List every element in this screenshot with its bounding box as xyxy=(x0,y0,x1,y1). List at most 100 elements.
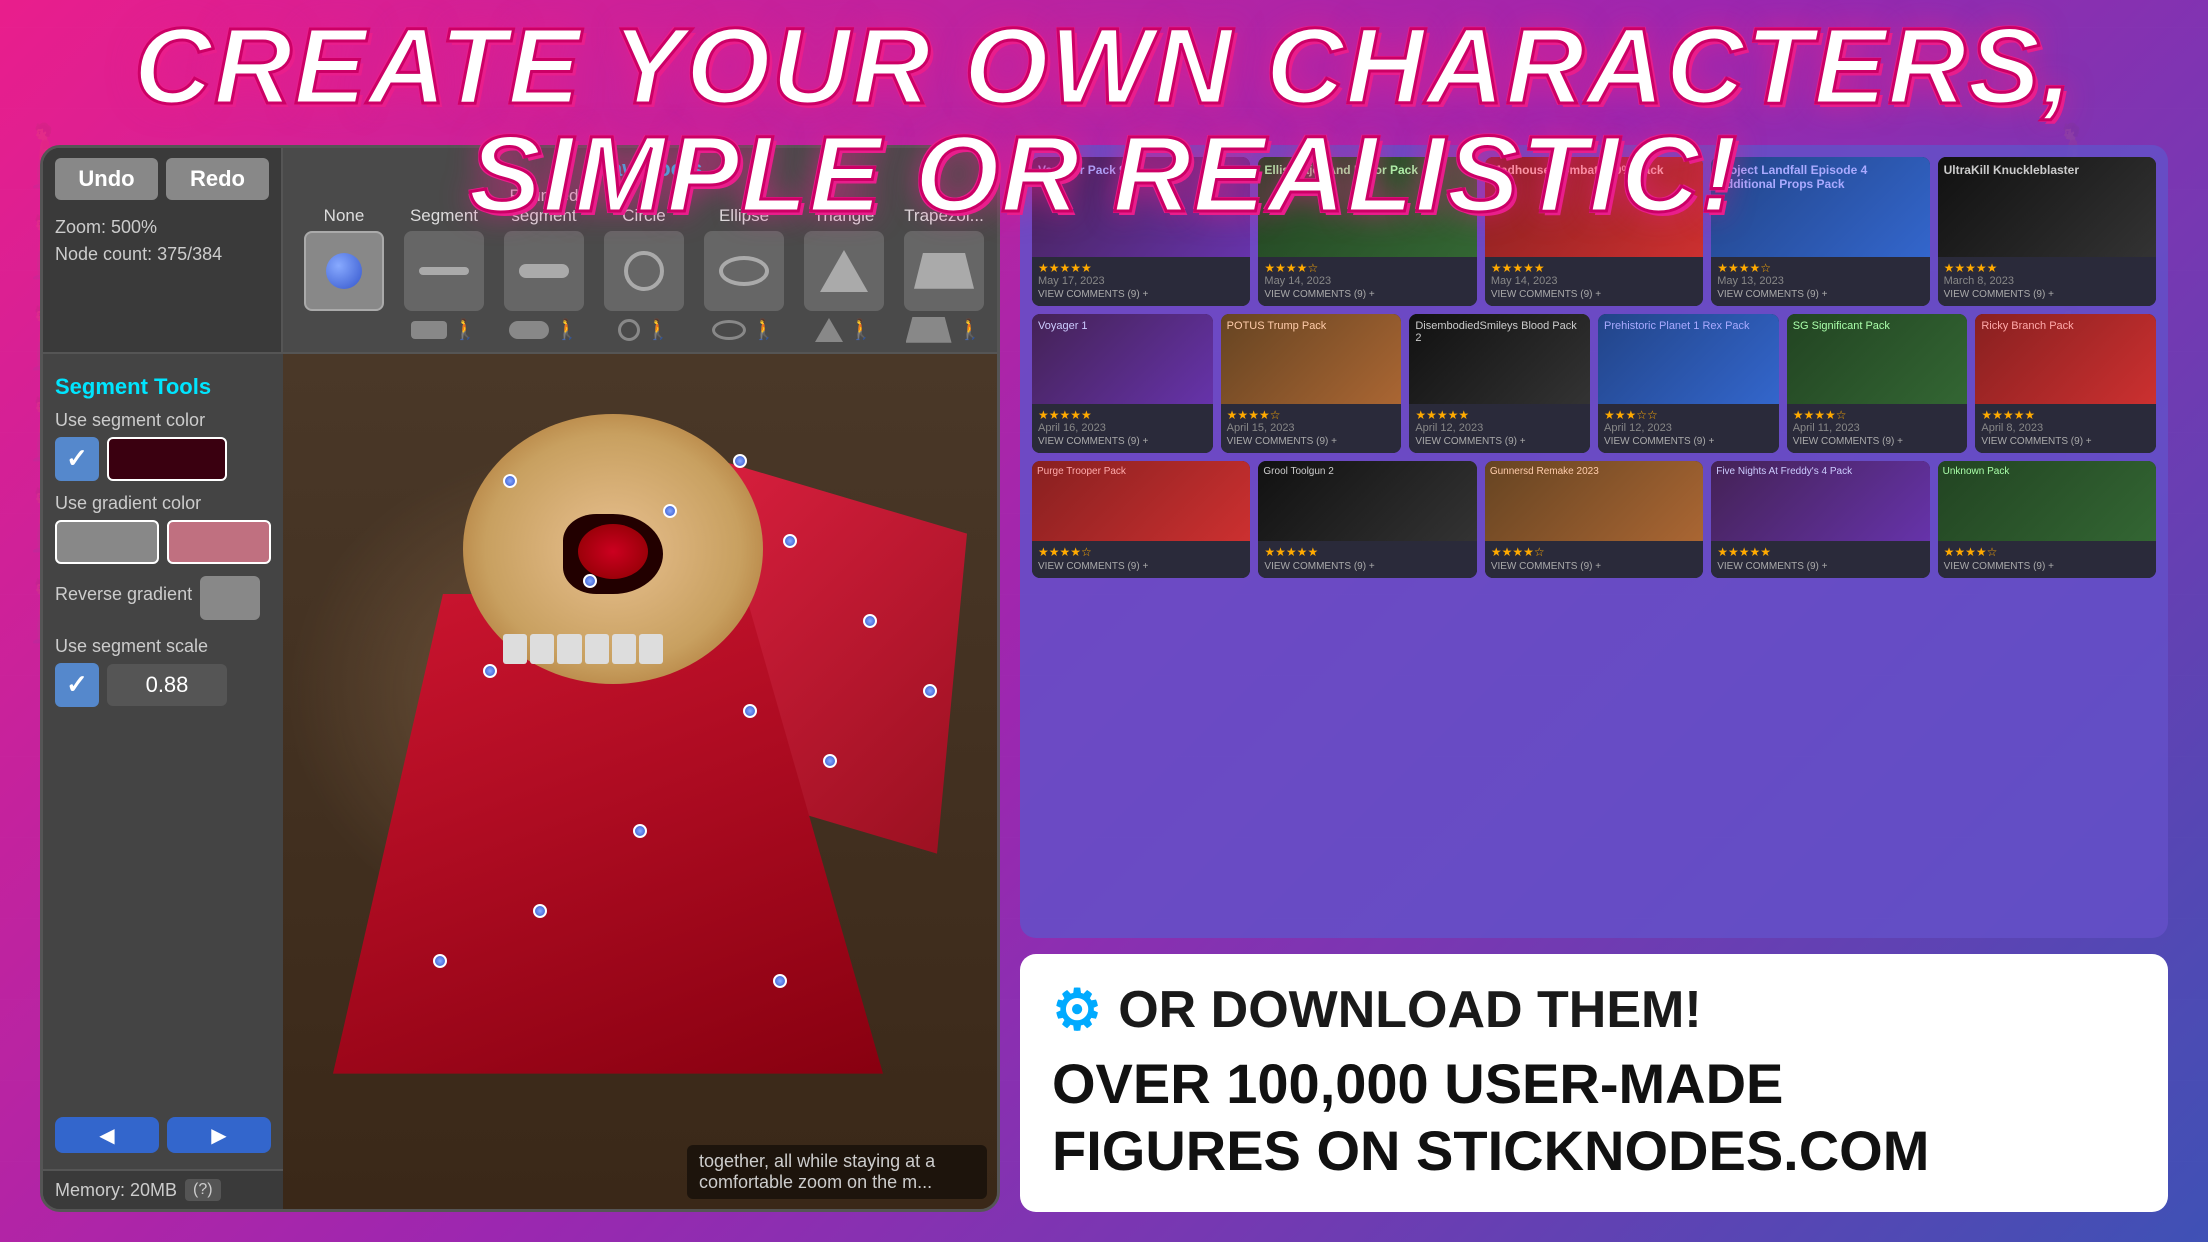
card-info-0: ★★★★★ May 17, 2023 VIEW COMMENTS (9) + xyxy=(1032,257,1250,306)
card-thumb-8: Prehistoric Planet 1 Rex Pack xyxy=(1598,314,1779,404)
sub-circle-o xyxy=(618,319,640,341)
view-comments-9[interactable]: VIEW COMMENTS (9) + xyxy=(1793,436,1962,447)
segment-color-label: Use segment color xyxy=(55,410,271,431)
card-stars-10: ★★★★★ xyxy=(1981,408,2150,422)
tool-rounded-sub: 🚶 xyxy=(509,315,580,345)
grid-card-7[interactable]: DisembodiedSmileys Blood Pack 2 ★★★★★ Ap… xyxy=(1409,314,1590,453)
tool-triangle-icon[interactable] xyxy=(804,231,884,311)
view-comments-2[interactable]: VIEW COMMENTS (9) + xyxy=(1491,289,1697,300)
main-headline: CREATE YOUR OWN CHARACTERS, SIMPLE OR RE… xyxy=(0,12,2208,228)
view-comments-0[interactable]: VIEW COMMENTS (9) + xyxy=(1038,289,1244,300)
editor-panel: Undo Redo Zoom: 500% Node count: 375/384… xyxy=(40,145,1000,1212)
view-comments-12[interactable]: VIEW COMMENTS (9) + xyxy=(1264,561,1470,572)
card-stars-5: ★★★★★ xyxy=(1038,408,1207,422)
card-thumb-label-10: Ricky Branch Pack xyxy=(1975,314,2156,338)
gradient-color-swatch-gray[interactable] xyxy=(55,520,159,564)
canvas-bottom-text: together, all while staying at a comfort… xyxy=(687,1145,987,1199)
tool-segment-icon[interactable] xyxy=(404,231,484,311)
grid-row-3: Purge Trooper Pack ★★★★☆ VIEW COMMENTS (… xyxy=(1032,461,2156,578)
card-stars-3: ★★★★☆ xyxy=(1717,261,1923,275)
node-dot-12 xyxy=(773,974,787,988)
node-dot-2 xyxy=(663,504,677,518)
grid-card-10[interactable]: Ricky Branch Pack ★★★★★ April 8, 2023 VI… xyxy=(1975,314,2156,453)
view-comments-14[interactable]: VIEW COMMENTS (9) + xyxy=(1717,561,1923,572)
ellipse-shape xyxy=(719,256,769,286)
scale-checkbox[interactable] xyxy=(55,663,99,707)
char-iris xyxy=(578,524,648,579)
node-dot-10 xyxy=(533,904,547,918)
view-comments-10[interactable]: VIEW COMMENTS (9) + xyxy=(1981,436,2150,447)
reverse-swatch[interactable] xyxy=(200,576,260,620)
gradient-color-swatch-mauve[interactable] xyxy=(167,520,271,564)
card-stars-12: ★★★★★ xyxy=(1264,545,1470,559)
sub-ellipse-o xyxy=(712,320,746,340)
scale-label: Use segment scale xyxy=(55,636,271,657)
card-date-6: April 15, 2023 xyxy=(1227,422,1396,434)
view-comments-7[interactable]: VIEW COMMENTS (9) + xyxy=(1415,436,1584,447)
card-info-11: ★★★★☆ VIEW COMMENTS (9) + xyxy=(1032,541,1250,578)
card-info-3: ★★★★☆ May 13, 2023 VIEW COMMENTS (9) + xyxy=(1711,257,1929,306)
char-teeth xyxy=(503,634,663,664)
view-comments-3[interactable]: VIEW COMMENTS (9) + xyxy=(1717,289,1923,300)
card-info-14: ★★★★★ VIEW COMMENTS (9) + xyxy=(1711,541,1929,578)
segment-color-checkbox[interactable] xyxy=(55,437,99,481)
tool-trapezoid-icon[interactable] xyxy=(904,231,984,311)
tool-rounded-icon[interactable] xyxy=(504,231,584,311)
sub-ellipse-person: 🚶 xyxy=(752,317,777,342)
card-thumb-label-8: Prehistoric Planet 1 Rex Pack xyxy=(1598,314,1779,338)
nav-left-icon: ◀ xyxy=(99,1123,114,1148)
grid-card-12[interactable]: Grool Toolgun 2 ★★★★★ VIEW COMMENTS (9) … xyxy=(1258,461,1476,578)
grid-card-9[interactable]: SG Significant Pack ★★★★☆ April 11, 2023… xyxy=(1787,314,1968,453)
sub-rounded-person: 🚶 xyxy=(555,317,580,342)
reverse-gradient-row: Reverse gradient xyxy=(55,576,271,620)
node-dot-14 xyxy=(923,684,937,698)
node-dot-4 xyxy=(483,664,497,678)
card-date-2: May 14, 2023 xyxy=(1491,275,1697,287)
view-comments-1[interactable]: VIEW COMMENTS (9) + xyxy=(1264,289,1470,300)
grid-card-6[interactable]: POTUS Trump Pack ★★★★☆ April 15, 2023 VI… xyxy=(1221,314,1402,453)
tool-ellipse-icon[interactable] xyxy=(704,231,784,311)
triangle-shape xyxy=(820,250,868,292)
grid-card-5[interactable]: Voyager 1 ★★★★★ April 16, 2023 VIEW COMM… xyxy=(1032,314,1213,453)
tool-segment-sub: 🚶 xyxy=(411,315,478,345)
node-count: Node count: 375/384 xyxy=(55,241,269,268)
view-comments-11[interactable]: VIEW COMMENTS (9) + xyxy=(1038,561,1244,572)
gradient-color-label: Use gradient color xyxy=(55,493,271,514)
view-comments-5[interactable]: VIEW COMMENTS (9) + xyxy=(1038,436,1207,447)
view-comments-4[interactable]: VIEW COMMENTS (9) + xyxy=(1944,289,2150,300)
view-comments-15[interactable]: VIEW COMMENTS (9) + xyxy=(1944,561,2150,572)
view-comments-13[interactable]: VIEW COMMENTS (9) + xyxy=(1491,561,1697,572)
sub-tri xyxy=(815,318,843,342)
card-stars-15: ★★★★☆ xyxy=(1944,545,2150,559)
segment-color-swatch[interactable] xyxy=(107,437,227,481)
card-thumb-label-5: Voyager 1 xyxy=(1032,314,1213,338)
grid-card-13[interactable]: Gunnersd Remake 2023 ★★★★☆ VIEW COMMENTS… xyxy=(1485,461,1703,578)
figures-grid: Voyager Pack 9 ★★★★★ May 17, 2023 VIEW C… xyxy=(1020,145,2168,938)
card-info-6: ★★★★☆ April 15, 2023 VIEW COMMENTS (9) + xyxy=(1221,404,1402,453)
card-thumb-5: Voyager 1 xyxy=(1032,314,1213,404)
view-comments-6[interactable]: VIEW COMMENTS (9) + xyxy=(1227,436,1396,447)
card-date-5: April 16, 2023 xyxy=(1038,422,1207,434)
nav-left-btn[interactable]: ◀ xyxy=(55,1117,159,1153)
grid-card-15[interactable]: Unknown Pack ★★★★☆ VIEW COMMENTS (9) + xyxy=(1938,461,2156,578)
nav-right-btn[interactable]: ▶ xyxy=(167,1117,271,1153)
tool-none-icon[interactable] xyxy=(304,231,384,311)
tool-circle-icon[interactable] xyxy=(604,231,684,311)
grid-row-2: Voyager 1 ★★★★★ April 16, 2023 VIEW COMM… xyxy=(1032,314,2156,453)
scale-row: Use segment scale xyxy=(55,636,271,707)
card-thumb-label-7: DisembodiedSmileys Blood Pack 2 xyxy=(1409,314,1590,350)
grid-card-8[interactable]: Prehistoric Planet 1 Rex Pack ★★★☆☆ Apri… xyxy=(1598,314,1779,453)
card-date-3: May 13, 2023 xyxy=(1717,275,1923,287)
card-stars-0: ★★★★★ xyxy=(1038,261,1244,275)
view-comments-8[interactable]: VIEW COMMENTS (9) + xyxy=(1604,436,1773,447)
grid-card-11[interactable]: Purge Trooper Pack ★★★★☆ VIEW COMMENTS (… xyxy=(1032,461,1250,578)
card-thumb-label-9: SG Significant Pack xyxy=(1787,314,1968,338)
help-button[interactable]: (?) xyxy=(185,1179,221,1201)
scale-input[interactable] xyxy=(107,664,227,706)
grid-card-14[interactable]: Five Nights At Freddy's 4 Pack ★★★★★ VIE… xyxy=(1711,461,1929,578)
sidebar-body: Segment Tools Use segment color Use grad… xyxy=(43,354,283,1209)
sub-rect-icon xyxy=(411,321,447,339)
gradient-color-row: Use gradient color xyxy=(55,493,271,564)
card-date-0: May 17, 2023 xyxy=(1038,275,1244,287)
node-dot-11 xyxy=(433,954,447,968)
